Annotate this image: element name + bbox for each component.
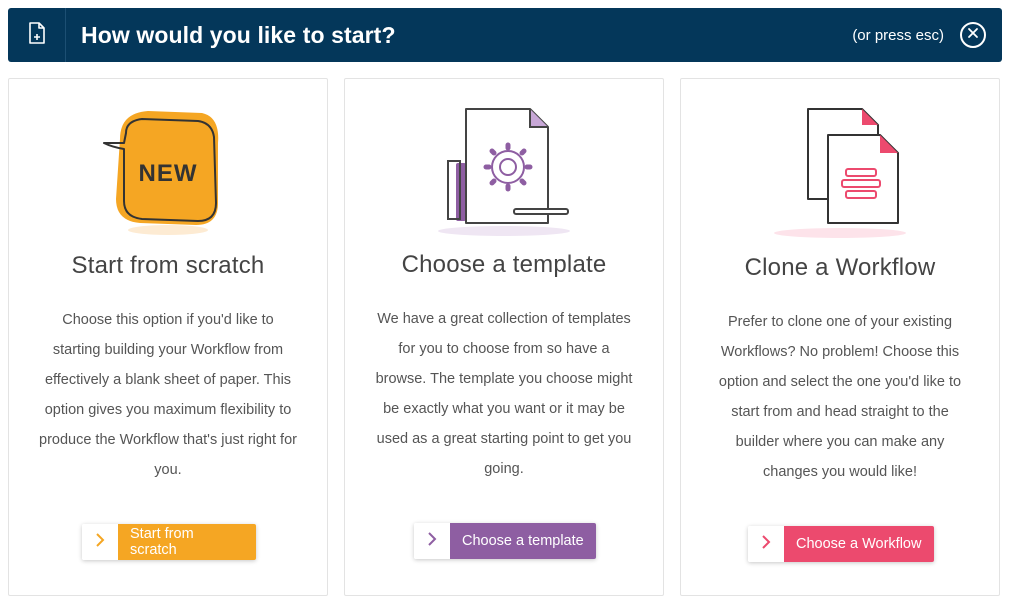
modal-title: How would you like to start? xyxy=(81,21,396,48)
esc-hint: (or press esc) xyxy=(852,26,944,44)
close-icon xyxy=(967,26,979,44)
btn-arrow-box xyxy=(82,524,118,560)
card-description: Choose this option if you'd like to star… xyxy=(39,312,297,478)
chevron-right-icon xyxy=(95,532,105,553)
chevron-right-icon xyxy=(761,534,771,555)
new-document-icon xyxy=(28,21,46,49)
card-title: Choose a template xyxy=(401,251,607,278)
btn-arrow-box xyxy=(414,523,450,559)
choose-workflow-button[interactable]: Choose a Workflow xyxy=(748,526,934,562)
card-title: Clone a Workflow xyxy=(744,254,936,281)
template-document-icon xyxy=(345,105,663,241)
option-card-template: Choose a template We have a great collec… xyxy=(344,78,664,596)
option-card-clone: Clone a Workflow Prefer to clone one of … xyxy=(680,78,1000,596)
card-description: Prefer to clone one of your existing Wor… xyxy=(718,314,962,480)
card-description: We have a great collection of templates … xyxy=(375,311,633,477)
button-label: Choose a Workflow xyxy=(784,526,934,562)
choose-template-button[interactable]: Choose a template xyxy=(414,523,596,559)
new-badge-text: NEW xyxy=(139,160,198,187)
new-badge-icon: NEW xyxy=(9,103,327,243)
header-icon-box xyxy=(8,8,66,62)
clone-documents-icon xyxy=(681,105,999,243)
button-label: Start from scratch xyxy=(118,524,256,560)
chevron-right-icon xyxy=(427,531,437,552)
btn-arrow-box xyxy=(748,526,784,562)
button-label: Choose a template xyxy=(450,523,596,559)
close-button[interactable] xyxy=(960,22,986,48)
start-from-scratch-button[interactable]: Start from scratch xyxy=(82,524,256,560)
modal-header: How would you like to start? (or press e… xyxy=(8,8,1002,62)
card-title: Start from scratch xyxy=(71,252,265,279)
option-card-scratch: NEW Start from scratch Choose this optio… xyxy=(8,78,328,596)
